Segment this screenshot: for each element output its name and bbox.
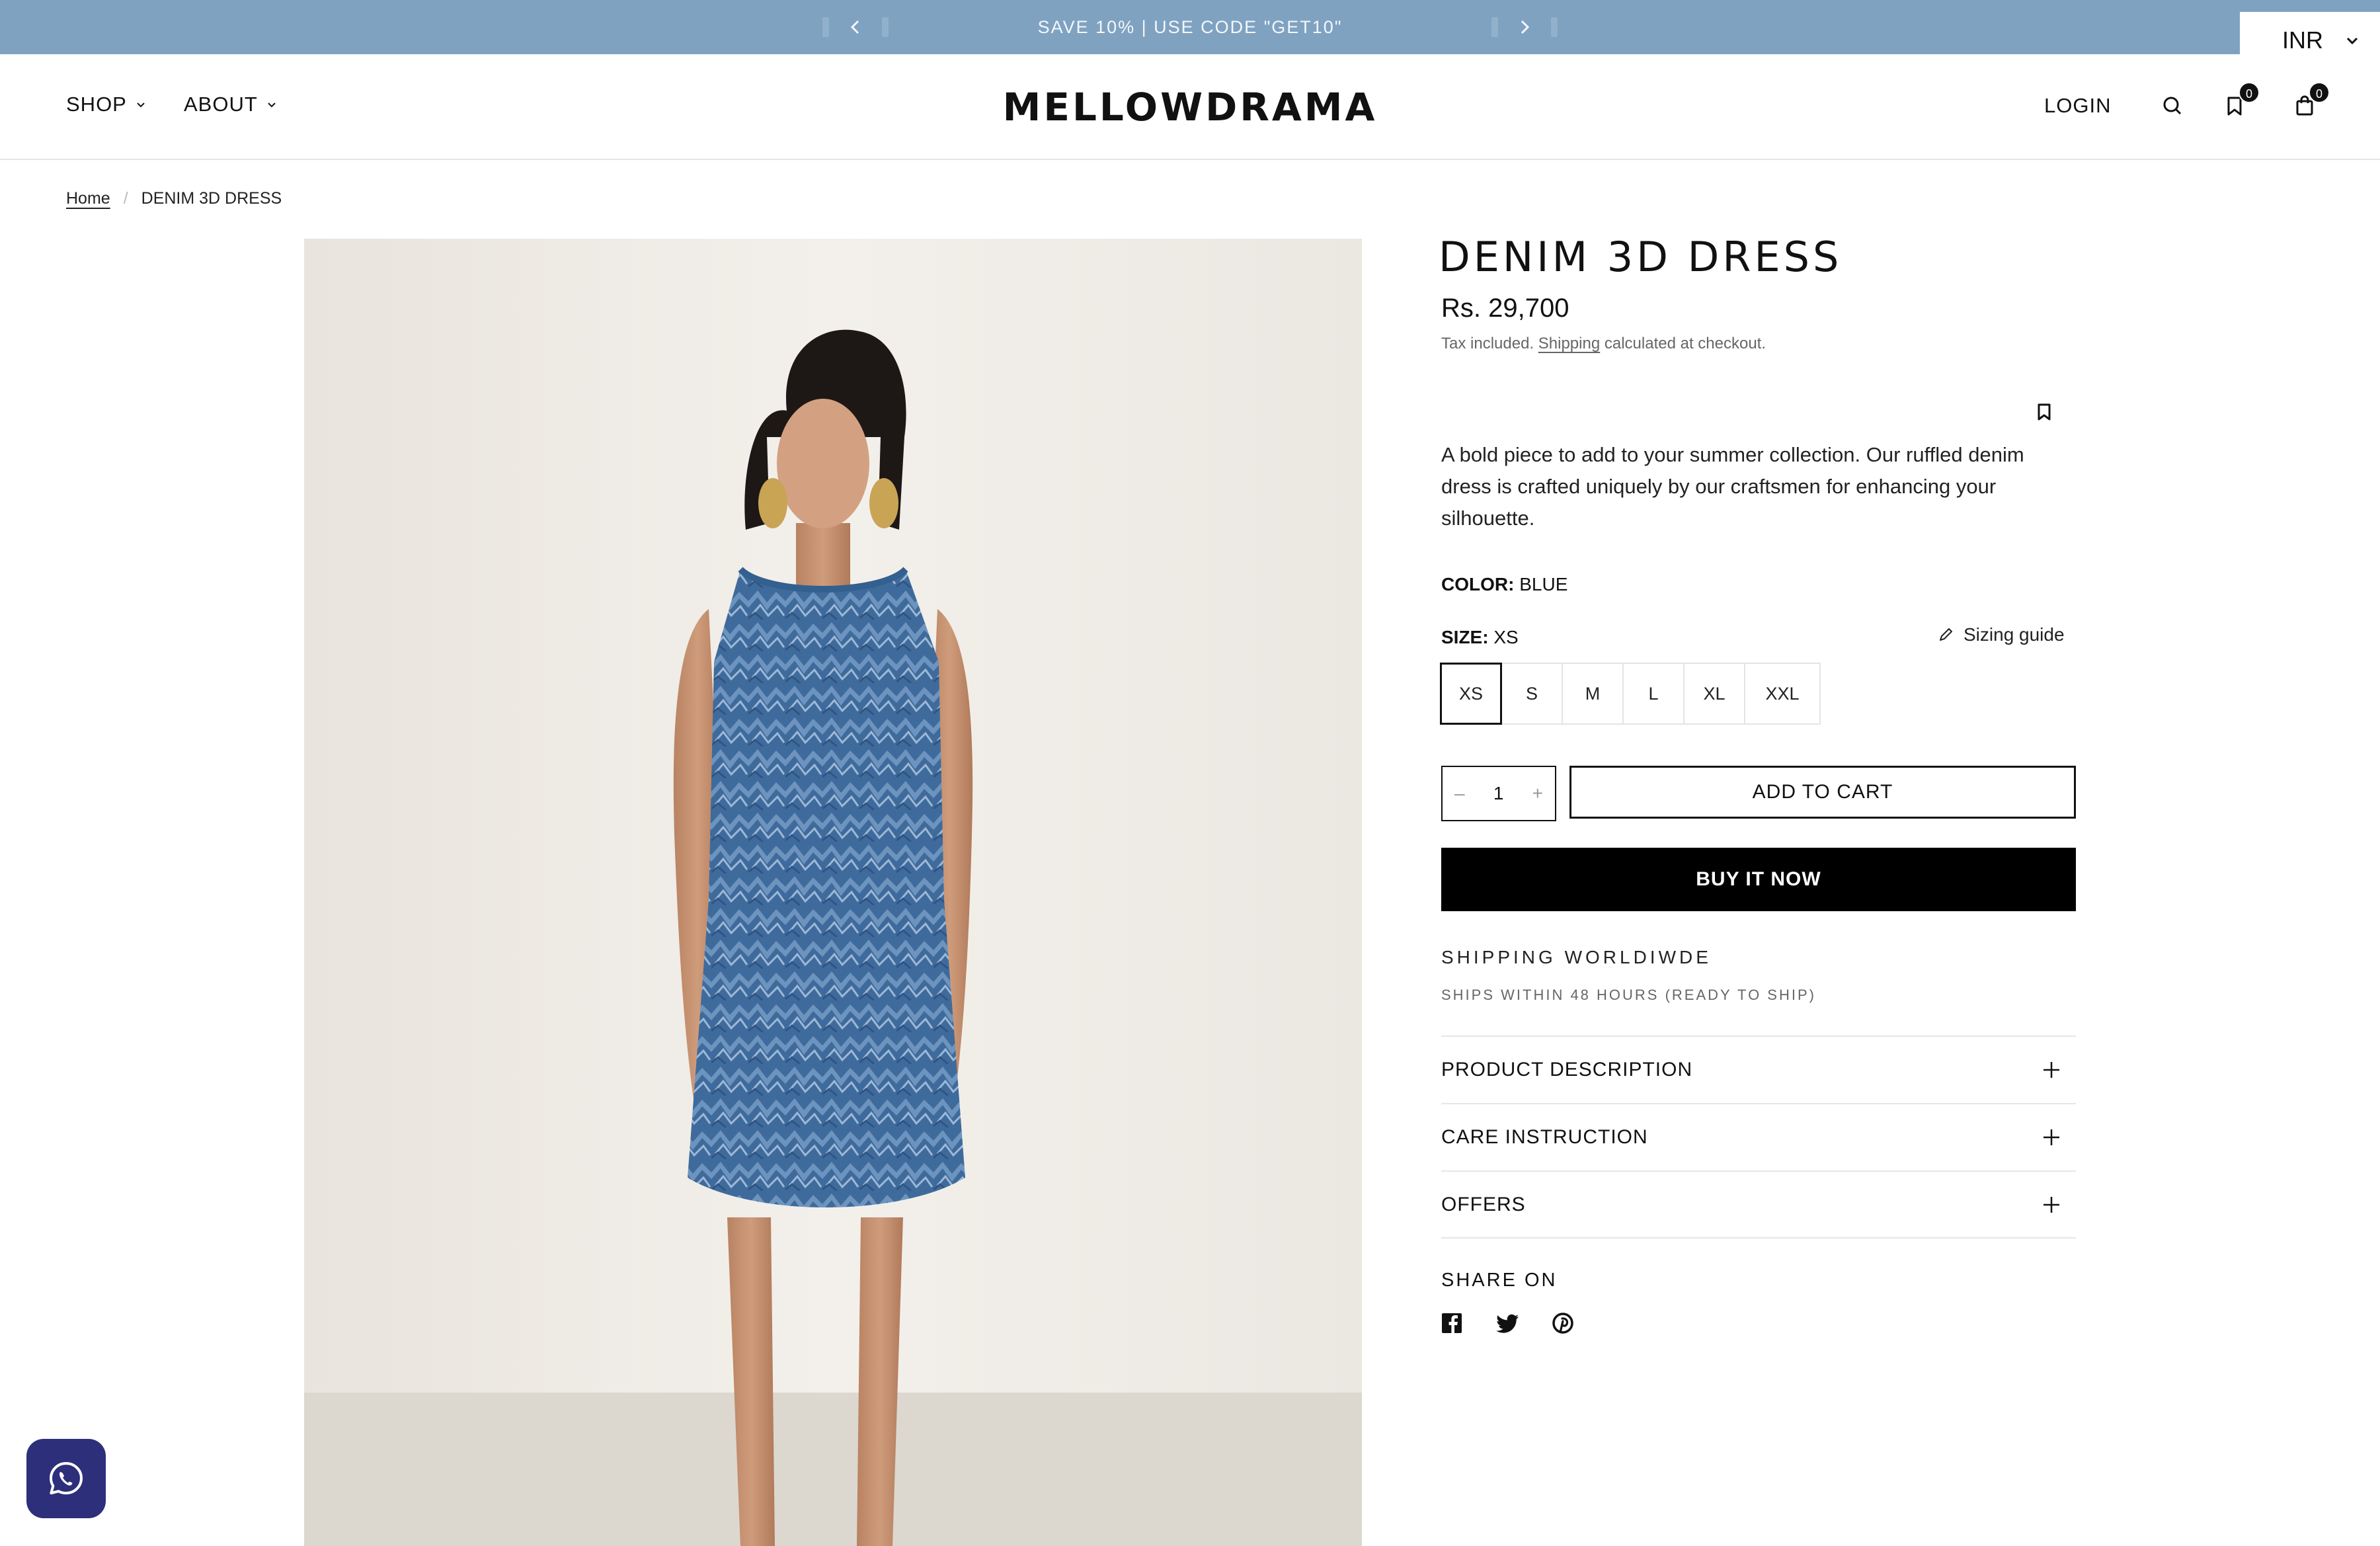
size-option-l[interactable]: L	[1622, 663, 1685, 725]
site-logo[interactable]: MELLOWDRAMA	[0, 85, 2380, 130]
size-option-m[interactable]: M	[1562, 663, 1624, 725]
whatsapp-icon	[50, 1462, 83, 1494]
tax-note: Tax included. Shipping calculated at che…	[1441, 335, 1766, 353]
accordion-divider	[1441, 1237, 2076, 1239]
add-to-cart-button[interactable]: ADD TO CART	[1569, 766, 2076, 819]
shipping-title: SHIPPING WORLDIWDE	[1441, 947, 1712, 967]
whatsapp-chat-button[interactable]	[26, 1439, 106, 1518]
color-value: BLUE	[1519, 574, 1568, 594]
color-label: COLOR:	[1441, 574, 1515, 594]
ruler-pencil-icon	[1940, 628, 1952, 641]
quantity-increase-button[interactable]: +	[1532, 783, 1543, 804]
sizing-guide-link[interactable]: Sizing guide	[1937, 624, 2065, 645]
accordion-product-description[interactable]: PRODUCT DESCRIPTION	[1441, 1036, 2076, 1103]
accordion-label: PRODUCT DESCRIPTION	[1441, 1059, 1693, 1080]
accordion-care-instruction[interactable]: CARE INSTRUCTION	[1441, 1103, 2076, 1170]
share-twitter[interactable]	[1495, 1311, 1519, 1335]
chevron-down-icon	[2346, 37, 2358, 45]
plus-icon	[2043, 1197, 2059, 1213]
size-option-xl[interactable]: XL	[1683, 663, 1745, 725]
breadcrumb: Home / DENIM 3D DRESS	[66, 189, 282, 208]
size-option-s[interactable]: S	[1501, 663, 1563, 725]
accordion-offers[interactable]: OFFERS	[1441, 1170, 2076, 1238]
breadcrumb-separator: /	[123, 189, 128, 208]
size-option-xxl[interactable]: XXL	[1744, 663, 1821, 725]
cart-button[interactable]: 0	[2291, 82, 2330, 119]
login-link[interactable]: LOGIN	[2044, 94, 2111, 118]
site-header: SHOP ABOUT MELLOWDRAMA LOGIN 0 0	[0, 54, 2380, 160]
twitter-icon	[1496, 1314, 1519, 1333]
breadcrumb-home[interactable]: Home	[66, 189, 110, 208]
product-price: Rs. 29,700	[1441, 294, 1569, 323]
accordion-label: OFFERS	[1441, 1194, 1526, 1215]
quantity-decrease-button[interactable]: –	[1454, 783, 1465, 804]
search-button[interactable]	[2159, 93, 2186, 119]
size-label: SIZE:	[1441, 627, 1489, 647]
sizing-guide-label: Sizing guide	[1964, 624, 2065, 645]
plus-icon	[2043, 1062, 2059, 1078]
size-value: XS	[1493, 627, 1519, 647]
carousel-edge-right	[1551, 17, 1558, 37]
plus-icon	[2043, 1129, 2059, 1145]
wishlist-toggle[interactable]	[2035, 402, 2053, 422]
page: SAVE 10% | USE CODE "GET10" INR SHOP ABO…	[0, 0, 2380, 1546]
quantity-value[interactable]: 1	[1493, 783, 1504, 804]
wishlist-count-badge: 0	[2239, 82, 2260, 103]
size-option: SIZE: XS	[1441, 627, 1519, 648]
carousel-edge-right-inner	[1491, 17, 1498, 37]
share-facebook[interactable]	[1440, 1311, 1464, 1335]
chevron-right-icon	[1521, 20, 1530, 34]
quantity-stepper: – 1 +	[1441, 766, 1556, 821]
tax-prefix: Tax included.	[1441, 335, 1534, 352]
color-option: COLOR: BLUE	[1441, 574, 1567, 595]
breadcrumb-current: DENIM 3D DRESS	[141, 189, 282, 208]
buy-now-button[interactable]: BUY IT NOW	[1441, 848, 2076, 911]
share-pinterest[interactable]	[1551, 1311, 1575, 1335]
product-image[interactable]	[304, 239, 1362, 1546]
accordion-label: CARE INSTRUCTION	[1441, 1126, 1648, 1148]
size-selector: XS S M L XL XXL	[1440, 663, 1821, 725]
announcement-bar: SAVE 10% | USE CODE "GET10"	[0, 0, 2380, 54]
share-title: SHARE ON	[1441, 1270, 1558, 1291]
pinterest-icon	[1552, 1313, 1573, 1334]
shipping-link[interactable]: Shipping	[1538, 335, 1600, 352]
product-description: A bold piece to add to your summer colle…	[1441, 443, 2024, 530]
currency-label: INR	[2282, 26, 2323, 54]
shipping-subtitle: SHIPS WITHIN 48 HOURS (READY TO SHIP)	[1441, 987, 1816, 1003]
wishlist-button[interactable]: 0	[2221, 82, 2260, 119]
bookmark-icon	[2038, 403, 2051, 421]
facebook-icon	[1442, 1313, 1462, 1333]
tax-suffix: calculated at checkout.	[1604, 335, 1766, 352]
announcement-next-button[interactable]	[1511, 14, 1538, 40]
size-option-xs[interactable]: XS	[1440, 663, 1502, 725]
cart-count-badge: 0	[2309, 82, 2330, 103]
product-photo	[304, 239, 1362, 1546]
announcement-text: SAVE 10% | USE CODE "GET10"	[1037, 17, 1343, 37]
search-icon	[2163, 97, 2182, 115]
product-title: DENIM 3D DRESS	[1439, 233, 1843, 281]
